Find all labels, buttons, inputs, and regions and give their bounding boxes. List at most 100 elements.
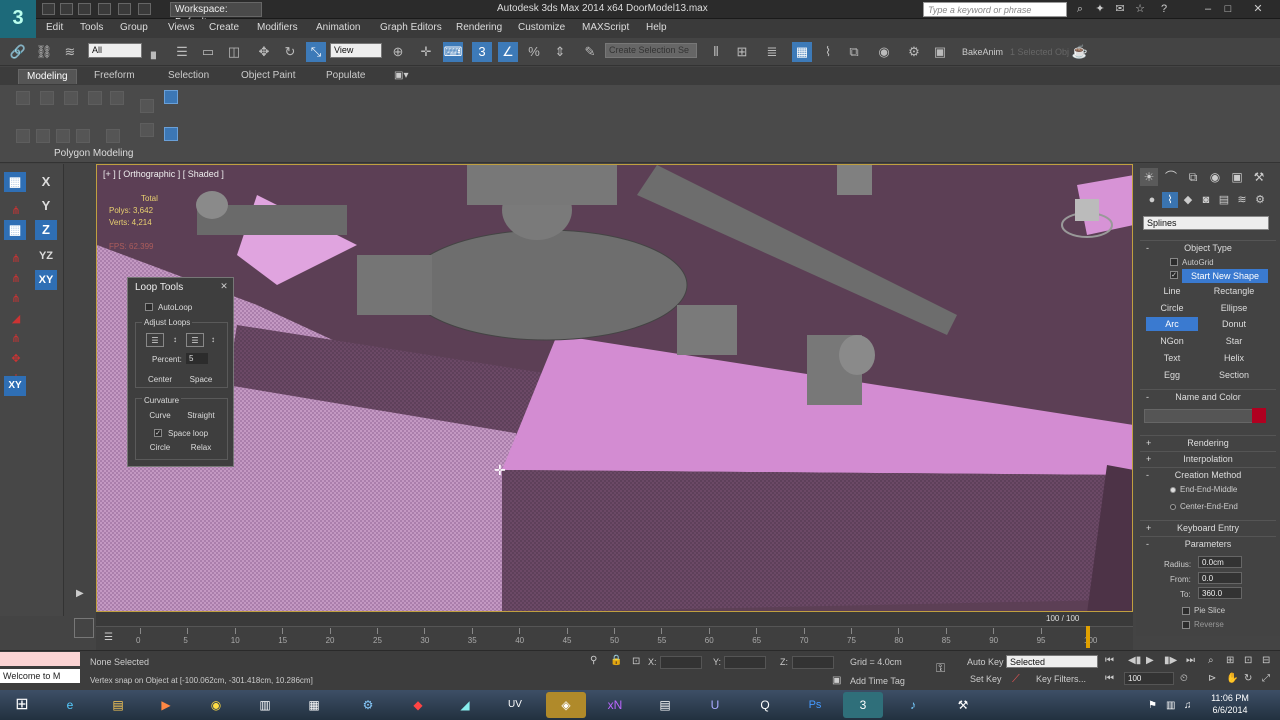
unreal-icon[interactable]: U <box>695 692 735 718</box>
key-mode-icon[interactable]: ⏮ <box>1105 673 1114 684</box>
angle-snap-icon[interactable]: ∠ <box>498 42 518 62</box>
menu-help[interactable]: Help <box>646 22 667 33</box>
next-frame-icon[interactable]: ▮▶ <box>1164 655 1177 666</box>
layer-manager-icon[interactable]: ≣ <box>762 42 782 62</box>
category-dropdown[interactable]: Splines <box>1143 216 1269 230</box>
autogrid-checkbox[interactable] <box>1170 258 1178 266</box>
shapes-icon[interactable]: ⌇ <box>1162 192 1178 208</box>
menu-create[interactable]: Create <box>209 22 239 33</box>
play-icon[interactable]: ▶ <box>1146 655 1154 666</box>
ie-icon[interactable]: e <box>50 692 90 718</box>
interpolation-rollout[interactable]: + Interpolation <box>1140 451 1276 465</box>
tray-volume-icon[interactable]: ♫ <box>1184 700 1192 711</box>
select-object-icon[interactable]: ▖ <box>146 42 166 62</box>
center-button[interactable]: Center <box>143 373 177 387</box>
bakeanim-label[interactable]: BakeAnim <box>962 47 1003 57</box>
ribbon-btn-2[interactable] <box>40 91 54 105</box>
communication-icon[interactable]: ✉ <box>1112 2 1128 16</box>
axis-z-button[interactable]: Z <box>35 220 57 240</box>
link-icon[interactable]: 🔗 <box>8 42 28 62</box>
ribbon-btn-9[interactable] <box>36 129 50 143</box>
menu-maxscript[interactable]: MAXScript <box>582 22 629 33</box>
favorites-icon[interactable]: ☆ <box>1132 2 1148 16</box>
itunes-icon[interactable]: ♪ <box>893 692 933 718</box>
auto-key-button[interactable]: Auto Key <box>967 657 1004 667</box>
time-config-icon[interactable]: ⏲ <box>1180 673 1188 684</box>
selection-filter-dropdown[interactable]: All <box>88 43 142 58</box>
prev-frame-icon[interactable]: ◀▮ <box>1128 655 1141 666</box>
space-button[interactable]: Space <box>184 373 218 387</box>
helix-button[interactable]: Helix <box>1206 351 1262 365</box>
loop-left-icon[interactable]: ☰ <box>146 333 164 347</box>
goto-start-icon[interactable]: ⏮ <box>1105 655 1114 666</box>
start-new-shape-checkbox[interactable]: ✓ <box>1170 271 1178 279</box>
object-color-swatch[interactable] <box>1252 408 1266 423</box>
ribbon-btn-6[interactable] <box>140 99 154 113</box>
parameters-rollout[interactable]: - Parameters <box>1140 536 1276 550</box>
ribbon-btn-7[interactable] <box>164 90 178 104</box>
axis-xy-button[interactable]: XY <box>35 270 57 290</box>
set-key-icon[interactable]: ⟋ <box>1012 673 1020 686</box>
snaps-toggle-icon[interactable]: 3 <box>472 42 492 62</box>
chrome-icon[interactable]: ◉ <box>196 692 236 718</box>
motion-tab-icon[interactable]: ◉ <box>1206 168 1224 186</box>
ribbon-btn-8[interactable] <box>16 129 30 143</box>
left-tool-3[interactable]: XY <box>4 376 26 396</box>
project-folder-icon[interactable] <box>138 3 151 15</box>
binoculars-icon[interactable]: ⌕ <box>1072 2 1088 16</box>
photoshop-icon[interactable]: Ps <box>795 692 835 718</box>
add-time-tag[interactable]: Add Time Tag <box>850 676 905 686</box>
orbit-icon[interactable]: ↻ <box>1244 673 1252 684</box>
geometry-icon[interactable]: ● <box>1144 192 1160 208</box>
left-tool-1[interactable]: ▦ <box>4 172 26 192</box>
text-button[interactable]: Text <box>1144 351 1200 365</box>
material-editor-icon[interactable]: ◉ <box>874 42 894 62</box>
from-input[interactable]: 0.0 <box>1198 572 1242 584</box>
explorer-icon[interactable]: ▤ <box>98 692 138 718</box>
bind-space-warp-icon[interactable]: ≋ <box>60 42 80 62</box>
red-tool-2[interactable]: ⋔ <box>8 252 24 266</box>
start-icon[interactable]: ⊞ <box>2 692 42 718</box>
name-and-color-rollout[interactable]: - Name and Color <box>1140 389 1276 403</box>
ribbon-btn-11[interactable] <box>76 129 90 143</box>
align-icon[interactable]: ⊞ <box>732 42 752 62</box>
tab-object-paint[interactable]: Object Paint <box>233 69 303 84</box>
zoom-extents-all-icon[interactable]: ⊟ <box>1262 655 1270 666</box>
menu-tools[interactable]: Tools <box>80 22 103 33</box>
systems-icon[interactable]: ⚙ <box>1252 192 1268 208</box>
zoom-extents-icon[interactable]: ⊡ <box>1244 655 1252 666</box>
reference-coordinate-dropdown[interactable]: View <box>330 43 382 58</box>
pie-slice-checkbox[interactable] <box>1182 607 1190 615</box>
select-by-name-icon[interactable]: ☰ <box>172 42 192 62</box>
clock[interactable]: 11:06 PM 6/6/2014 <box>1200 692 1260 716</box>
relax-button[interactable]: Relax <box>184 441 218 455</box>
tab-modeling[interactable]: Modeling <box>18 69 77 84</box>
object-name-input[interactable] <box>1144 409 1254 423</box>
maxscript-listener-input[interactable] <box>0 652 80 666</box>
ngon-button[interactable]: NGon <box>1144 334 1200 348</box>
ribbon-btn-12[interactable] <box>106 129 120 143</box>
z-coordinate-input[interactable] <box>792 656 834 669</box>
tools-icon[interactable]: ⚒ <box>943 692 983 718</box>
save-file-icon[interactable] <box>78 3 91 15</box>
zoom-icon[interactable]: ⌕ <box>1208 655 1214 666</box>
track-bar-menu-icon[interactable]: ☰ <box>104 632 113 643</box>
axis-yz-button[interactable]: YZ <box>35 246 57 266</box>
red-tool-1[interactable]: ⋔ <box>8 204 24 218</box>
minimize-icon[interactable]: – <box>1200 2 1216 16</box>
percent-input[interactable]: 5 <box>186 353 208 364</box>
rectangle-button[interactable]: Rectangle <box>1206 284 1262 298</box>
section-button[interactable]: Section <box>1206 368 1262 382</box>
search-app-icon[interactable]: Q <box>745 692 785 718</box>
unwrap-uv-icon[interactable]: UV <box>495 692 535 718</box>
ribbon-btn-3[interactable] <box>64 91 78 105</box>
media-player-icon[interactable]: ▶ <box>146 692 186 718</box>
tab-freeform[interactable]: Freeform <box>86 69 143 84</box>
network-icon[interactable]: ⚙ <box>348 692 388 718</box>
axis-y-button[interactable]: Y <box>35 196 57 216</box>
unlink-icon[interactable]: ⛓ <box>34 42 54 62</box>
max-taskbar-icon[interactable]: 3 <box>843 692 883 718</box>
spinner-snap-icon[interactable]: ⇕ <box>550 42 570 62</box>
center-end-end-radio[interactable] <box>1170 504 1176 510</box>
left-tool-2[interactable]: ▦ <box>4 220 26 240</box>
